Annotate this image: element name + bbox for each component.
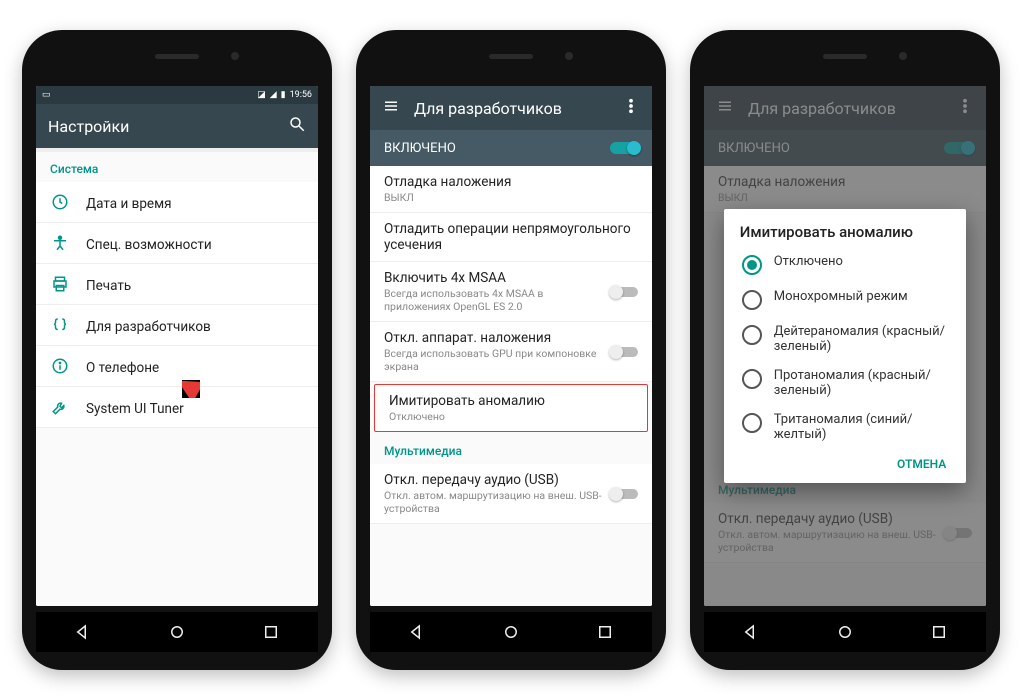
row-primary: Отладка наложения — [384, 174, 638, 190]
phone-devoptions: Для разработчиков ВКЛЮЧЕНО Отладка налож… — [356, 30, 666, 670]
home-button[interactable] — [500, 621, 522, 643]
dialog-option[interactable]: Отключено — [740, 247, 951, 282]
row-secondary: Отключено — [389, 410, 633, 423]
appbar: Для разработчиков — [370, 86, 652, 130]
recents-button[interactable] — [594, 621, 616, 643]
back-button[interactable] — [72, 621, 94, 643]
settings-item-label: System UI Tuner — [86, 401, 184, 417]
row-switch[interactable] — [612, 489, 638, 499]
row-secondary: ВЫКЛ — [384, 191, 638, 204]
section-system: Система — [36, 152, 318, 182]
settings-item-label: Печать — [86, 278, 131, 294]
anomaly-dialog: Имитировать аномалию Отключено Монохромны… — [724, 209, 967, 483]
wrench-icon — [50, 397, 70, 417]
settings-item-label: О телефоне — [86, 360, 159, 376]
info-icon — [50, 356, 70, 376]
dev-option-row[interactable]: Откл. аппарат. наложенияВсегда использов… — [370, 322, 652, 382]
dialog-option-label: Протаномалия (красный/зеленый) — [774, 368, 949, 398]
row-switch[interactable] — [612, 347, 638, 357]
row-secondary: Откл. автом. маршрутизацию на внеш. USB-… — [384, 489, 602, 515]
menu-icon[interactable] — [382, 97, 400, 119]
radio-icon — [742, 369, 762, 389]
dev-option-row[interactable]: Отладить операции непрямоугольного усече… — [370, 213, 652, 262]
android-navbar — [704, 612, 986, 652]
row-secondary: Всегда использовать 4x MSAA в приложения… — [384, 287, 602, 313]
modal-scrim[interactable]: Имитировать аномалию Отключено Монохромны… — [704, 86, 986, 606]
back-button[interactable] — [740, 621, 762, 643]
appbar: Настройки — [36, 104, 318, 148]
row-switch[interactable] — [612, 287, 638, 297]
home-button[interactable] — [166, 621, 188, 643]
radio-icon — [742, 255, 762, 275]
status-time: 19:56 — [290, 90, 312, 100]
enabled-label: ВКЛЮЧЕНО — [384, 141, 456, 156]
accessibility-icon — [50, 233, 70, 253]
enabled-bar[interactable]: ВКЛЮЧЕНО — [370, 130, 652, 166]
braces-icon — [50, 315, 70, 335]
dialog-option[interactable]: Монохромный режим — [740, 282, 951, 317]
phone-dialog: Для разработчиков ВКЛЮЧЕНО Отладка налож… — [690, 30, 1000, 670]
radio-icon — [742, 413, 762, 433]
print-icon — [50, 274, 70, 294]
dialog-option[interactable]: Тританомалия (синий/желтый) — [740, 405, 951, 449]
dialog-option-label: Тританомалия (синий/желтый) — [774, 412, 949, 442]
recents-button[interactable] — [260, 621, 282, 643]
settings-item[interactable]: System UI Tuner — [36, 387, 318, 428]
page-title: Настройки — [48, 117, 274, 136]
android-navbar — [370, 612, 652, 652]
dialog-option-label: Отключено — [774, 254, 843, 269]
row-secondary: Всегда использовать GPU при компоновке э… — [384, 347, 602, 373]
cancel-button[interactable]: ОТМЕНА — [897, 457, 946, 471]
settings-item[interactable]: Дата и время — [36, 182, 318, 223]
section-multimedia: Мультимедиа — [370, 434, 652, 464]
overflow-icon[interactable] — [622, 97, 640, 119]
phone-settings: ▭ ◪ ◢ ▮ 19:56 Настройки Система Дата и в… — [22, 30, 332, 670]
dialog-option-label: Монохромный режим — [774, 289, 908, 304]
settings-item[interactable]: Спец. возможности — [36, 223, 318, 264]
sd-icon: ▭ — [42, 90, 51, 100]
dialog-option[interactable]: Протаномалия (красный/зеленый) — [740, 361, 951, 405]
row-primary: Включить 4x MSAA — [384, 270, 602, 286]
settings-item-label: Для разработчиков — [86, 319, 211, 335]
dev-option-row[interactable]: Откл. передачу аудио (USB)Откл. автом. м… — [370, 464, 652, 524]
row-primary: Откл. передачу аудио (USB) — [384, 472, 602, 488]
dev-option-row[interactable]: Отладка наложенияВЫКЛ — [370, 166, 652, 213]
settings-item[interactable]: О телефоне — [36, 346, 318, 387]
master-toggle[interactable] — [610, 142, 638, 154]
settings-item-label: Спец. возможности — [86, 237, 212, 253]
row-primary: Отладить операции непрямоугольного усече… — [384, 221, 638, 253]
android-navbar — [36, 612, 318, 652]
battery-icon: ▮ — [281, 90, 286, 100]
dialog-title: Имитировать аномалию — [740, 223, 951, 241]
search-icon[interactable] — [288, 115, 306, 137]
recents-button[interactable] — [928, 621, 950, 643]
status-bar: ▭ ◪ ◢ ▮ 19:56 — [36, 86, 318, 104]
settings-item-label: Дата и время — [86, 196, 172, 212]
home-button[interactable] — [834, 621, 856, 643]
nfc-icon: ◪ — [257, 90, 266, 100]
signal-icon: ◢ — [270, 90, 277, 100]
dev-option-row[interactable]: Включить 4x MSAAВсегда использовать 4x M… — [370, 262, 652, 322]
settings-item[interactable]: Для разработчиков — [36, 305, 318, 346]
dialog-option-label: Дейтераномалия (красный/зеленый) — [774, 324, 949, 354]
dev-option-row[interactable]: Имитировать аномалиюОтключено — [374, 384, 648, 432]
page-title: Для разработчиков — [414, 99, 608, 118]
back-button[interactable] — [406, 621, 428, 643]
clock-icon — [50, 192, 70, 212]
row-primary: Откл. аппарат. наложения — [384, 330, 602, 346]
radio-icon — [742, 290, 762, 310]
row-primary: Имитировать аномалию — [389, 393, 633, 409]
dialog-option[interactable]: Дейтераномалия (красный/зеленый) — [740, 317, 951, 361]
radio-icon — [742, 325, 762, 345]
settings-item[interactable]: Печать — [36, 264, 318, 305]
